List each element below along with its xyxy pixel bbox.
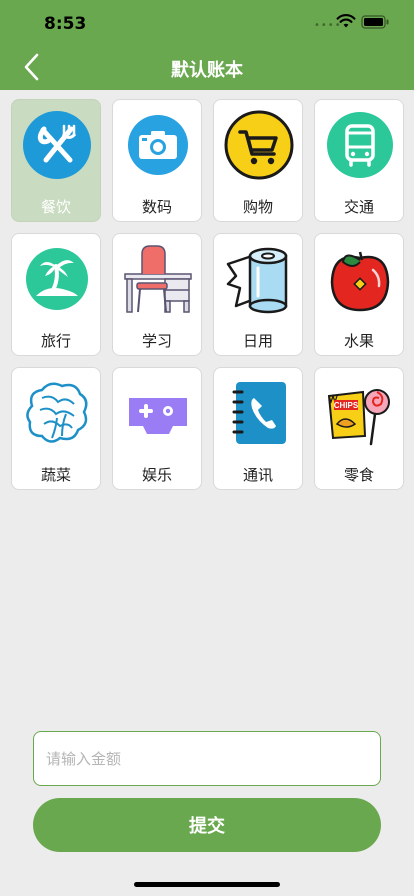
category-entertainment[interactable]: 娱乐 (112, 367, 202, 490)
wifi-icon (336, 14, 356, 28)
category-communication[interactable]: 通讯 (213, 367, 303, 490)
category-grid: 餐饮 数码 购物 交通 旅行 学习 日用 水果 蔬菜 娱乐 通讯 CHIPS 零… (11, 99, 404, 490)
category-label: 旅行 (40, 332, 71, 350)
category-label: 娱乐 (141, 466, 172, 484)
snacks-icon: CHIPS (327, 389, 390, 446)
battery-icon (361, 15, 389, 29)
page-title: 默认账本 (171, 60, 243, 81)
category-travel[interactable]: 旅行 (11, 233, 101, 356)
category-label: 通讯 (242, 466, 273, 484)
fork-knife-icon (23, 111, 91, 179)
category-label: 蔬菜 (40, 466, 71, 484)
category-label: 零食 (343, 466, 374, 484)
apple-icon (330, 251, 390, 312)
category-digital[interactable]: 数码 (112, 99, 202, 222)
paper-roll-icon (226, 247, 288, 314)
category-study[interactable]: 学习 (112, 233, 202, 356)
category-label: 购物 (242, 198, 273, 216)
category-snacks[interactable]: CHIPS 零食 (314, 367, 404, 490)
category-label: 学习 (141, 332, 172, 350)
desk-chair-icon (124, 245, 192, 313)
category-label: 日用 (242, 332, 273, 350)
navigation-bar: 默认账本 (0, 44, 414, 90)
category-fruit[interactable]: 水果 (314, 233, 404, 356)
amount-input[interactable] (33, 731, 381, 786)
status-bar: 8:53 •••• (0, 0, 414, 44)
category-label: 餐饮 (40, 198, 71, 216)
chips-text: CHIPS (334, 401, 359, 410)
category-daily[interactable]: 日用 (213, 233, 303, 356)
cabbage-icon (26, 382, 88, 443)
category-shopping[interactable]: 购物 (213, 99, 303, 222)
shopping-cart-icon (224, 110, 294, 180)
category-dining[interactable]: 餐饮 (11, 99, 101, 222)
submit-button[interactable]: 提交 (33, 798, 381, 852)
category-label: 水果 (343, 332, 374, 350)
home-indicator (134, 882, 280, 887)
category-vegetable[interactable]: 蔬菜 (11, 367, 101, 490)
category-label: 数码 (141, 198, 172, 216)
category-transport[interactable]: 交通 (314, 99, 404, 222)
bus-icon (327, 112, 393, 178)
app-header: 8:53 •••• 默认账本 (0, 0, 414, 90)
gamepad-icon (129, 398, 187, 434)
palm-island-icon (26, 248, 88, 310)
category-label: 交通 (343, 198, 374, 216)
camera-icon (128, 115, 188, 175)
status-time: 8:53 (44, 14, 87, 34)
phone-book-icon (232, 382, 286, 444)
